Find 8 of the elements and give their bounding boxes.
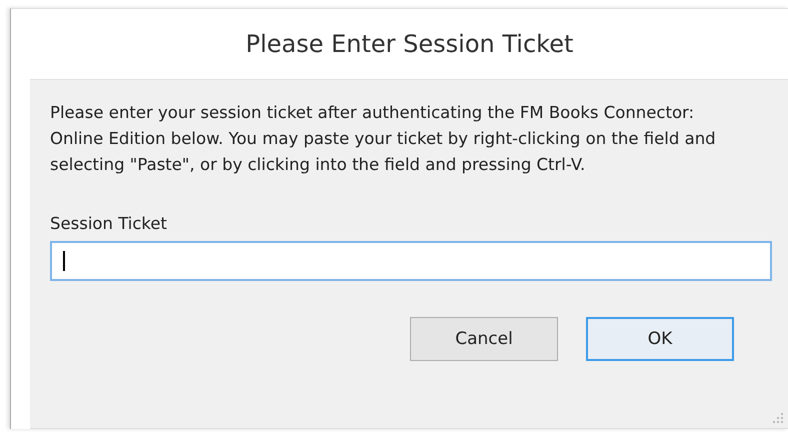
- instructions-text: Please enter your session ticket after authenticating the FM Books Connector: Online Edition below. You may paste your ticket by right-clicking on the field and selecting "Paste", or by clicking into the field and pressing Ctrl-V.: [50, 102, 717, 176]
- ok-button[interactable]: OK: [586, 317, 734, 361]
- cancel-button[interactable]: Cancel: [410, 317, 558, 361]
- text-cursor: [63, 251, 65, 271]
- session-ticket-field[interactable]: [50, 241, 772, 281]
- field-label: Session Ticket: [50, 214, 168, 233]
- dialog-title: Please Enter Session Ticket: [246, 30, 574, 58]
- resize-grip-icon[interactable]: [772, 412, 784, 424]
